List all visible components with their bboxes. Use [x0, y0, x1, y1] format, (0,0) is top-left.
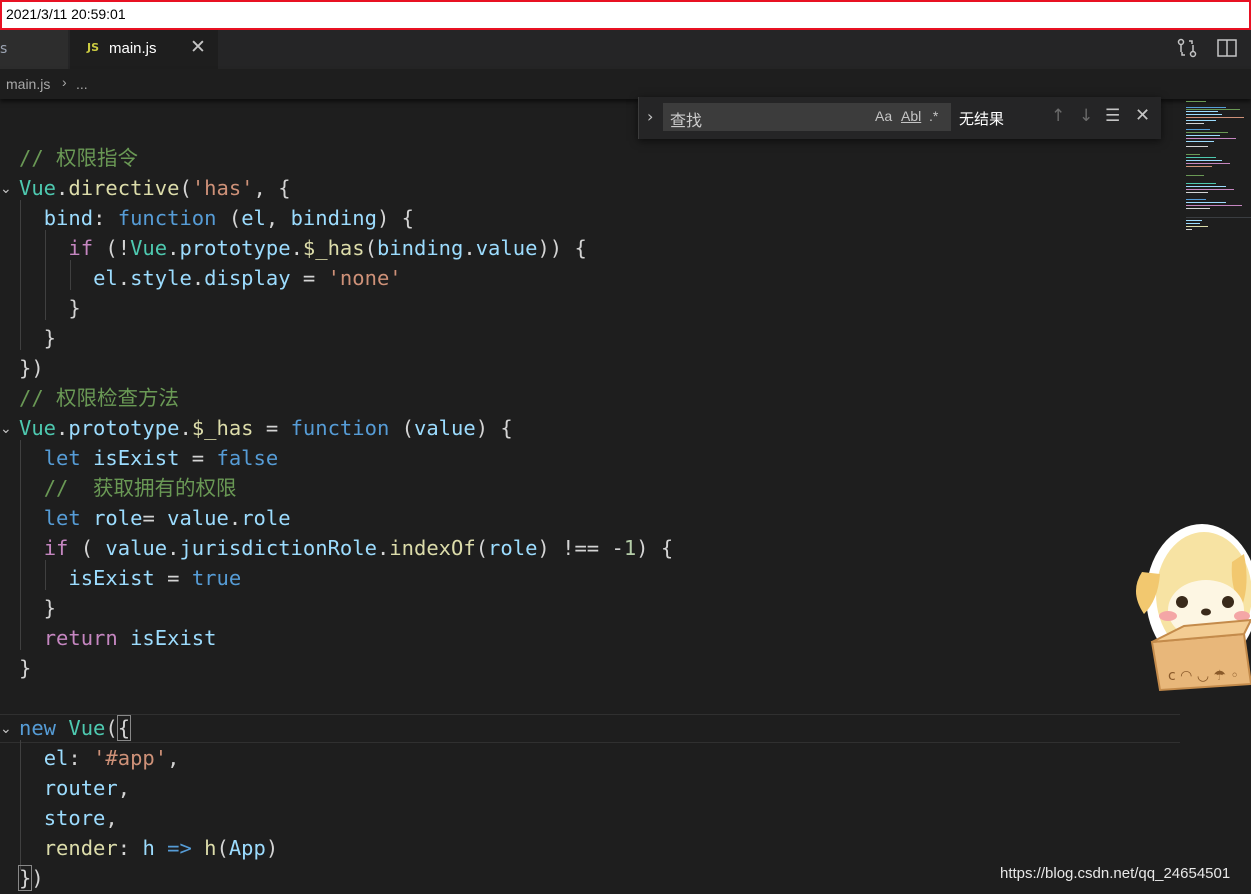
code-line: el: '#app', — [43, 746, 180, 770]
code-line: let role= value.role — [43, 506, 291, 530]
code-line: }) — [17, 865, 44, 891]
breadcrumb-file[interactable]: main.js — [6, 76, 50, 92]
code-line: Vue.prototype.$_has = function (value) { — [19, 416, 513, 440]
timestamp-bar: 2021/3/11 20:59:01 — [0, 0, 1251, 30]
regex-icon[interactable]: .* — [929, 108, 938, 124]
fold-chevron-icon[interactable]: ⌄ — [0, 714, 12, 744]
puppy-sticker-image: c ◠ ◡ ☂ ◦ — [1135, 524, 1251, 692]
tab-bar: s JS main.js ✕ — [0, 30, 1251, 69]
open-changes-icon[interactable] — [1176, 37, 1198, 59]
code-line: } — [19, 656, 32, 680]
code-line: el.style.display = 'none' — [93, 266, 402, 290]
javascript-file-icon: JS — [87, 41, 100, 54]
code-line: Vue.directive('has', { — [19, 176, 291, 200]
code-comment: // 权限检查方法 — [19, 386, 180, 410]
minimap[interactable] — [1184, 99, 1251, 239]
code-line: } — [19, 596, 57, 620]
code-line: // 权限指令 — [19, 143, 138, 173]
fold-chevron-icon[interactable]: ⌄ — [0, 174, 12, 204]
code-line: } — [19, 326, 57, 350]
fold-chevron-icon[interactable]: ⌄ — [0, 414, 12, 444]
code-line: bind: function (el, binding) { — [43, 206, 414, 230]
code-line: store, — [43, 806, 118, 830]
code-line: new Vue({ — [19, 715, 132, 741]
code-line: render: h => h(App) — [43, 836, 279, 860]
timestamp-text: 2021/3/11 20:59:01 — [6, 6, 126, 22]
code-line: router, — [43, 776, 131, 800]
code-line: // 获取拥有的权限 — [19, 473, 237, 503]
tab-main-js[interactable]: JS main.js ✕ — [70, 30, 218, 69]
code-line: if ( value.jurisdictionRole.indexOf(role… — [43, 536, 674, 560]
toggle-replace-icon[interactable]: › — [647, 107, 653, 126]
code-line: } — [19, 296, 81, 320]
breadcrumb-more[interactable]: ... — [76, 76, 88, 92]
code-line: let isExist = false — [43, 446, 279, 470]
close-tab-icon[interactable]: ✕ — [190, 36, 206, 59]
code-line: isExist = true — [68, 566, 242, 590]
split-editor-icon[interactable] — [1216, 37, 1238, 59]
svg-text:c ◠ ◡ ☂ ◦: c ◠ ◡ ☂ ◦ — [1168, 668, 1239, 684]
breadcrumb: main.js › ... — [0, 69, 1251, 99]
code-line: // 权限检查方法 — [19, 383, 179, 413]
tab-previous[interactable]: s — [0, 30, 68, 69]
match-whole-word-icon[interactable]: Abl — [901, 108, 921, 124]
find-result-status: 无结果 — [959, 110, 1005, 128]
find-in-selection-icon[interactable]: ☰ — [1105, 106, 1120, 126]
close-find-icon[interactable]: ✕ — [1135, 105, 1150, 126]
chevron-right-icon: › — [62, 74, 67, 90]
code-comment: // 获取拥有的权限 — [43, 476, 237, 500]
find-widget: › 查找 Aa Abl .* 无结果 ↑ ↓ ☰ ✕ — [638, 97, 1161, 139]
next-match-icon[interactable]: ↓ — [1079, 106, 1093, 126]
code-line: }) — [19, 356, 44, 380]
code-comment: // 权限指令 — [19, 146, 139, 170]
watermark-text: https://blog.csdn.net/qq_24654501 — [1000, 865, 1231, 882]
tab-previous-label: s — [0, 41, 8, 57]
tab-label: main.js — [109, 40, 157, 57]
code-line: return isExist — [43, 626, 217, 650]
code-editor[interactable]: ⌄ ⌄ ⌄ // 权限指令 Vue.directive('has', { bin… — [0, 99, 1180, 894]
match-case-icon[interactable]: Aa — [875, 108, 892, 124]
find-placeholder: 查找 — [670, 111, 703, 130]
previous-match-icon[interactable]: ↑ — [1051, 106, 1065, 126]
code-line: if (!Vue.prototype.$_has(binding.value))… — [68, 236, 587, 260]
